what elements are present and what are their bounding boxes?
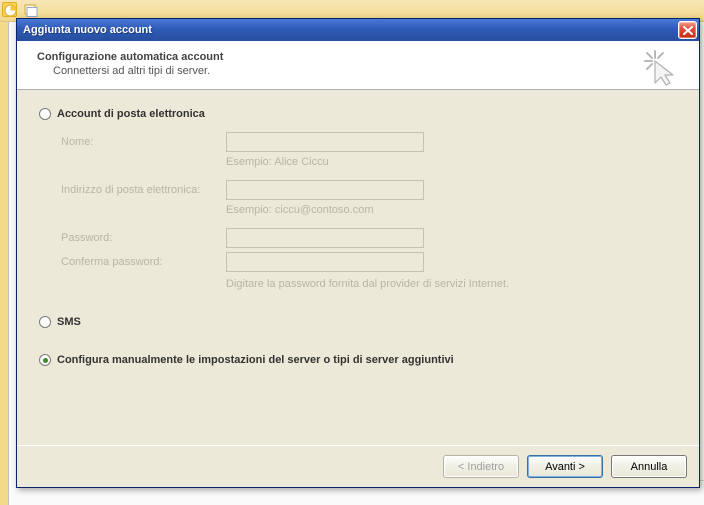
- parent-menu-icon: [24, 3, 38, 17]
- dialog-title: Aggiunta nuovo account: [23, 24, 678, 36]
- option-email-account[interactable]: Account di posta elettronica: [39, 108, 677, 120]
- option-email-label: Account di posta elettronica: [57, 108, 205, 120]
- name-input: [226, 132, 424, 152]
- email-input: [226, 180, 424, 200]
- close-button[interactable]: [678, 21, 697, 39]
- option-sms-label: SMS: [57, 316, 81, 328]
- parent-app-icon: [2, 2, 17, 17]
- back-button: < Indietro: [443, 455, 519, 478]
- option-sms[interactable]: SMS: [39, 316, 677, 328]
- name-example: Esempio: Alice Ciccu: [226, 156, 677, 168]
- dialog-body: Account di posta elettronica Nome: Esemp…: [17, 90, 699, 445]
- confirm-password-label: Conferma password:: [61, 256, 226, 268]
- radio-icon: [39, 108, 51, 120]
- password-input: [226, 228, 424, 248]
- parent-sidebar-fragment: [0, 22, 8, 505]
- option-manual-label: Configura manualmente le impostazioni de…: [57, 354, 454, 366]
- add-account-dialog: Aggiunta nuovo account Configurazione au…: [16, 18, 700, 488]
- dialog-footer: < Indietro Avanti > Annulla: [17, 445, 699, 487]
- dialog-header: Configurazione automatica account Connet…: [17, 41, 699, 90]
- password-hint: Digitare la password fornita dal provide…: [226, 278, 677, 290]
- radio-icon: [39, 354, 51, 366]
- close-icon: [683, 26, 693, 35]
- header-subtitle: Connettersi ad altri tipi di server.: [53, 65, 683, 77]
- cancel-button[interactable]: Annulla: [611, 455, 687, 478]
- email-example: Esempio: ciccu@contoso.com: [226, 204, 677, 216]
- header-title: Configurazione automatica account: [37, 51, 683, 63]
- option-manual-config[interactable]: Configura manualmente le impostazioni de…: [39, 354, 677, 366]
- email-form-block: Nome: Esempio: Alice Ciccu Indirizzo di …: [61, 132, 677, 290]
- email-label: Indirizzo di posta elettronica:: [61, 184, 226, 196]
- cursor-click-icon: [641, 47, 681, 87]
- password-label: Password:: [61, 232, 226, 244]
- name-label: Nome:: [61, 136, 226, 148]
- dialog-titlebar: Aggiunta nuovo account: [17, 19, 699, 41]
- radio-icon: [39, 316, 51, 328]
- next-button[interactable]: Avanti >: [527, 455, 603, 478]
- confirm-password-input: [226, 252, 424, 272]
